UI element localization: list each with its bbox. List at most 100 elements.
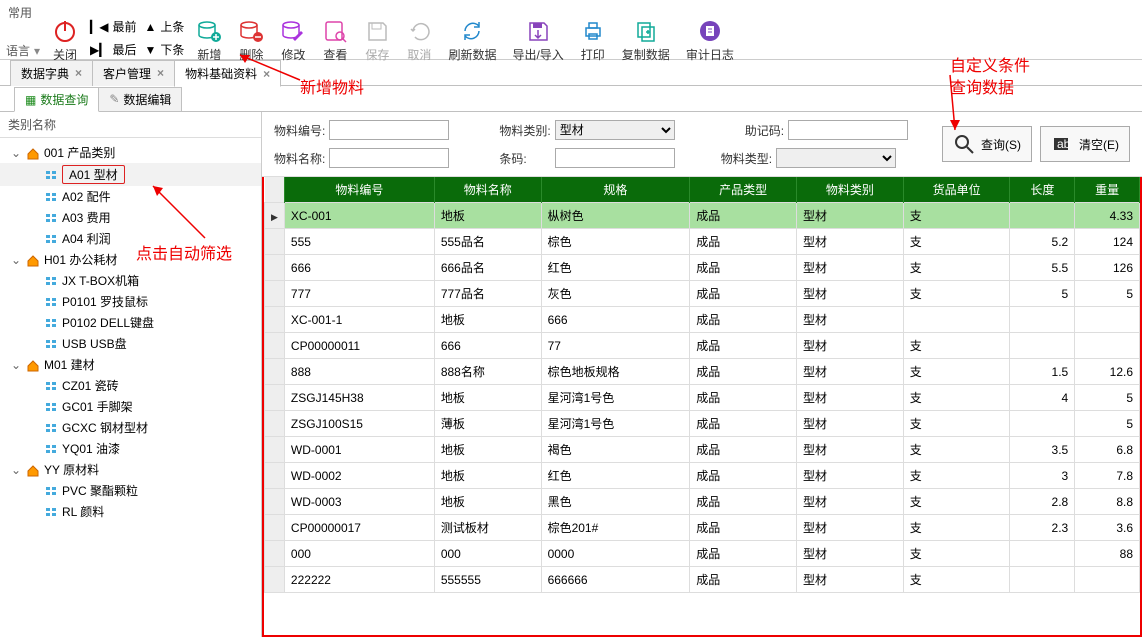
cell[interactable]: 型材 bbox=[797, 515, 904, 541]
table-row[interactable]: 777777品名灰色成品型材支55 bbox=[265, 281, 1140, 307]
table-row[interactable]: 888888名称棕色地板规格成品型材支1.512.6 bbox=[265, 359, 1140, 385]
row-header[interactable] bbox=[265, 229, 285, 255]
cell[interactable]: 型材 bbox=[797, 411, 904, 437]
cell[interactable]: 777 bbox=[284, 281, 434, 307]
cell[interactable]: ZSGJ100S15 bbox=[284, 411, 434, 437]
cell[interactable]: 222222 bbox=[284, 567, 434, 593]
cell[interactable]: 型材 bbox=[797, 307, 904, 333]
cell[interactable]: 5 bbox=[1010, 281, 1075, 307]
name-input[interactable] bbox=[329, 148, 449, 168]
cell[interactable]: 3 bbox=[1010, 463, 1075, 489]
tab-customer[interactable]: 客户管理× bbox=[92, 60, 175, 86]
col-name[interactable]: 物料名称 bbox=[434, 177, 541, 203]
cell[interactable]: 型材 bbox=[797, 437, 904, 463]
cell[interactable]: 成品 bbox=[690, 281, 797, 307]
cell[interactable]: 124 bbox=[1075, 229, 1140, 255]
cell[interactable]: 型材 bbox=[797, 333, 904, 359]
tree-node-a01[interactable]: A01 型材 bbox=[0, 163, 261, 186]
edit-button[interactable]: 修改 bbox=[272, 18, 314, 63]
view-button[interactable]: 查看 bbox=[314, 18, 356, 63]
cell[interactable]: 薄板 bbox=[434, 411, 541, 437]
tab-material[interactable]: 物料基础资料× bbox=[174, 60, 281, 87]
add-button[interactable]: 新增 bbox=[188, 18, 230, 63]
tree-node-m01[interactable]: ⌄M01 建材 bbox=[0, 354, 261, 375]
table-row[interactable]: XC-001-1地板666成品型材 bbox=[265, 307, 1140, 333]
cell[interactable]: 8.8 bbox=[1075, 489, 1140, 515]
nav-first[interactable]: ▎◀最前 bbox=[90, 18, 136, 35]
close-icon[interactable]: × bbox=[75, 66, 82, 80]
cell[interactable]: WD-0002 bbox=[284, 463, 434, 489]
cell[interactable]: 126 bbox=[1075, 255, 1140, 281]
table-row[interactable]: 222222555555666666成品型材支 bbox=[265, 567, 1140, 593]
cell[interactable]: 成品 bbox=[690, 567, 797, 593]
cell[interactable]: 地板 bbox=[434, 463, 541, 489]
cell[interactable]: 000 bbox=[434, 541, 541, 567]
cell[interactable]: 红色 bbox=[541, 463, 690, 489]
cell[interactable]: 支 bbox=[903, 411, 1010, 437]
table-row[interactable]: WD-0003地板黑色成品型材支2.88.8 bbox=[265, 489, 1140, 515]
table-row[interactable]: ZSGJ100S15薄板星河湾1号色成品型材支5 bbox=[265, 411, 1140, 437]
query-button[interactable]: 查询(S) bbox=[942, 126, 1032, 162]
cell[interactable]: WD-0001 bbox=[284, 437, 434, 463]
mnemo-input[interactable] bbox=[788, 120, 908, 140]
cell[interactable] bbox=[1075, 307, 1140, 333]
cell[interactable]: 支 bbox=[903, 359, 1010, 385]
cell[interactable]: 支 bbox=[903, 385, 1010, 411]
cell[interactable]: 77 bbox=[541, 333, 690, 359]
cell[interactable]: 地板 bbox=[434, 489, 541, 515]
tree-node-usb[interactable]: USB USB盘 bbox=[0, 333, 261, 354]
refresh-button[interactable]: 刷新数据 bbox=[440, 18, 504, 63]
cell[interactable]: 000 bbox=[284, 541, 434, 567]
save-button[interactable]: 保存 bbox=[356, 18, 398, 63]
cell[interactable]: 成品 bbox=[690, 515, 797, 541]
cell[interactable]: 成品 bbox=[690, 411, 797, 437]
cell[interactable]: 支 bbox=[903, 463, 1010, 489]
row-header[interactable] bbox=[265, 463, 285, 489]
table-row[interactable]: 0000000000成品型材支88 bbox=[265, 541, 1140, 567]
cell[interactable]: 555555 bbox=[434, 567, 541, 593]
cell[interactable]: 666 bbox=[541, 307, 690, 333]
row-header[interactable] bbox=[265, 567, 285, 593]
cell[interactable]: 666666 bbox=[541, 567, 690, 593]
cell[interactable]: 型材 bbox=[797, 541, 904, 567]
cell[interactable]: 555 bbox=[284, 229, 434, 255]
cell[interactable]: 支 bbox=[903, 203, 1010, 229]
table-row[interactable]: WD-0001地板褐色成品型材支3.56.8 bbox=[265, 437, 1140, 463]
cell[interactable] bbox=[1010, 411, 1075, 437]
tree-node-cz01[interactable]: CZ01 瓷砖 bbox=[0, 375, 261, 396]
cell[interactable]: 666 bbox=[434, 333, 541, 359]
cell[interactable]: 型材 bbox=[797, 281, 904, 307]
cell[interactable]: 褐色 bbox=[541, 437, 690, 463]
tree-node-gcxc[interactable]: GCXC 钢材型材 bbox=[0, 417, 261, 438]
cell[interactable]: 支 bbox=[903, 515, 1010, 541]
cell[interactable]: 888名称 bbox=[434, 359, 541, 385]
cell[interactable]: 枞树色 bbox=[541, 203, 690, 229]
cell[interactable]: 支 bbox=[903, 541, 1010, 567]
col-spec[interactable]: 规格 bbox=[541, 177, 690, 203]
row-header[interactable] bbox=[265, 333, 285, 359]
cell[interactable]: 5.5 bbox=[1010, 255, 1075, 281]
tree-node-yy[interactable]: ⌄YY 原材料 bbox=[0, 459, 261, 480]
nav-last[interactable]: ▶▎最后 bbox=[90, 41, 136, 58]
cell[interactable]: 666品名 bbox=[434, 255, 541, 281]
tree-node-jx[interactable]: JX T-BOX机箱 bbox=[0, 270, 261, 291]
cell[interactable]: 3.5 bbox=[1010, 437, 1075, 463]
nav-prev[interactable]: ▲上条 bbox=[145, 18, 185, 35]
cell[interactable]: 成品 bbox=[690, 229, 797, 255]
close-button[interactable]: 关闭 bbox=[44, 18, 86, 63]
row-header[interactable] bbox=[265, 411, 285, 437]
cell[interactable]: 12.6 bbox=[1075, 359, 1140, 385]
table-row[interactable]: WD-0002地板红色成品型材支37.8 bbox=[265, 463, 1140, 489]
table-row[interactable]: XC-001地板枞树色成品型材支4.33 bbox=[265, 203, 1140, 229]
cell[interactable]: 测试板材 bbox=[434, 515, 541, 541]
cell[interactable]: 棕色201# bbox=[541, 515, 690, 541]
cell[interactable]: 成品 bbox=[690, 541, 797, 567]
cell[interactable]: WD-0003 bbox=[284, 489, 434, 515]
cell[interactable]: 2.8 bbox=[1010, 489, 1075, 515]
table-row[interactable]: CP0000001166677成品型材支 bbox=[265, 333, 1140, 359]
cell[interactable]: 成品 bbox=[690, 203, 797, 229]
cell[interactable]: 4.33 bbox=[1075, 203, 1140, 229]
cat-select[interactable]: 型材 bbox=[555, 120, 675, 140]
cell[interactable]: 红色 bbox=[541, 255, 690, 281]
cell[interactable]: 棕色 bbox=[541, 229, 690, 255]
